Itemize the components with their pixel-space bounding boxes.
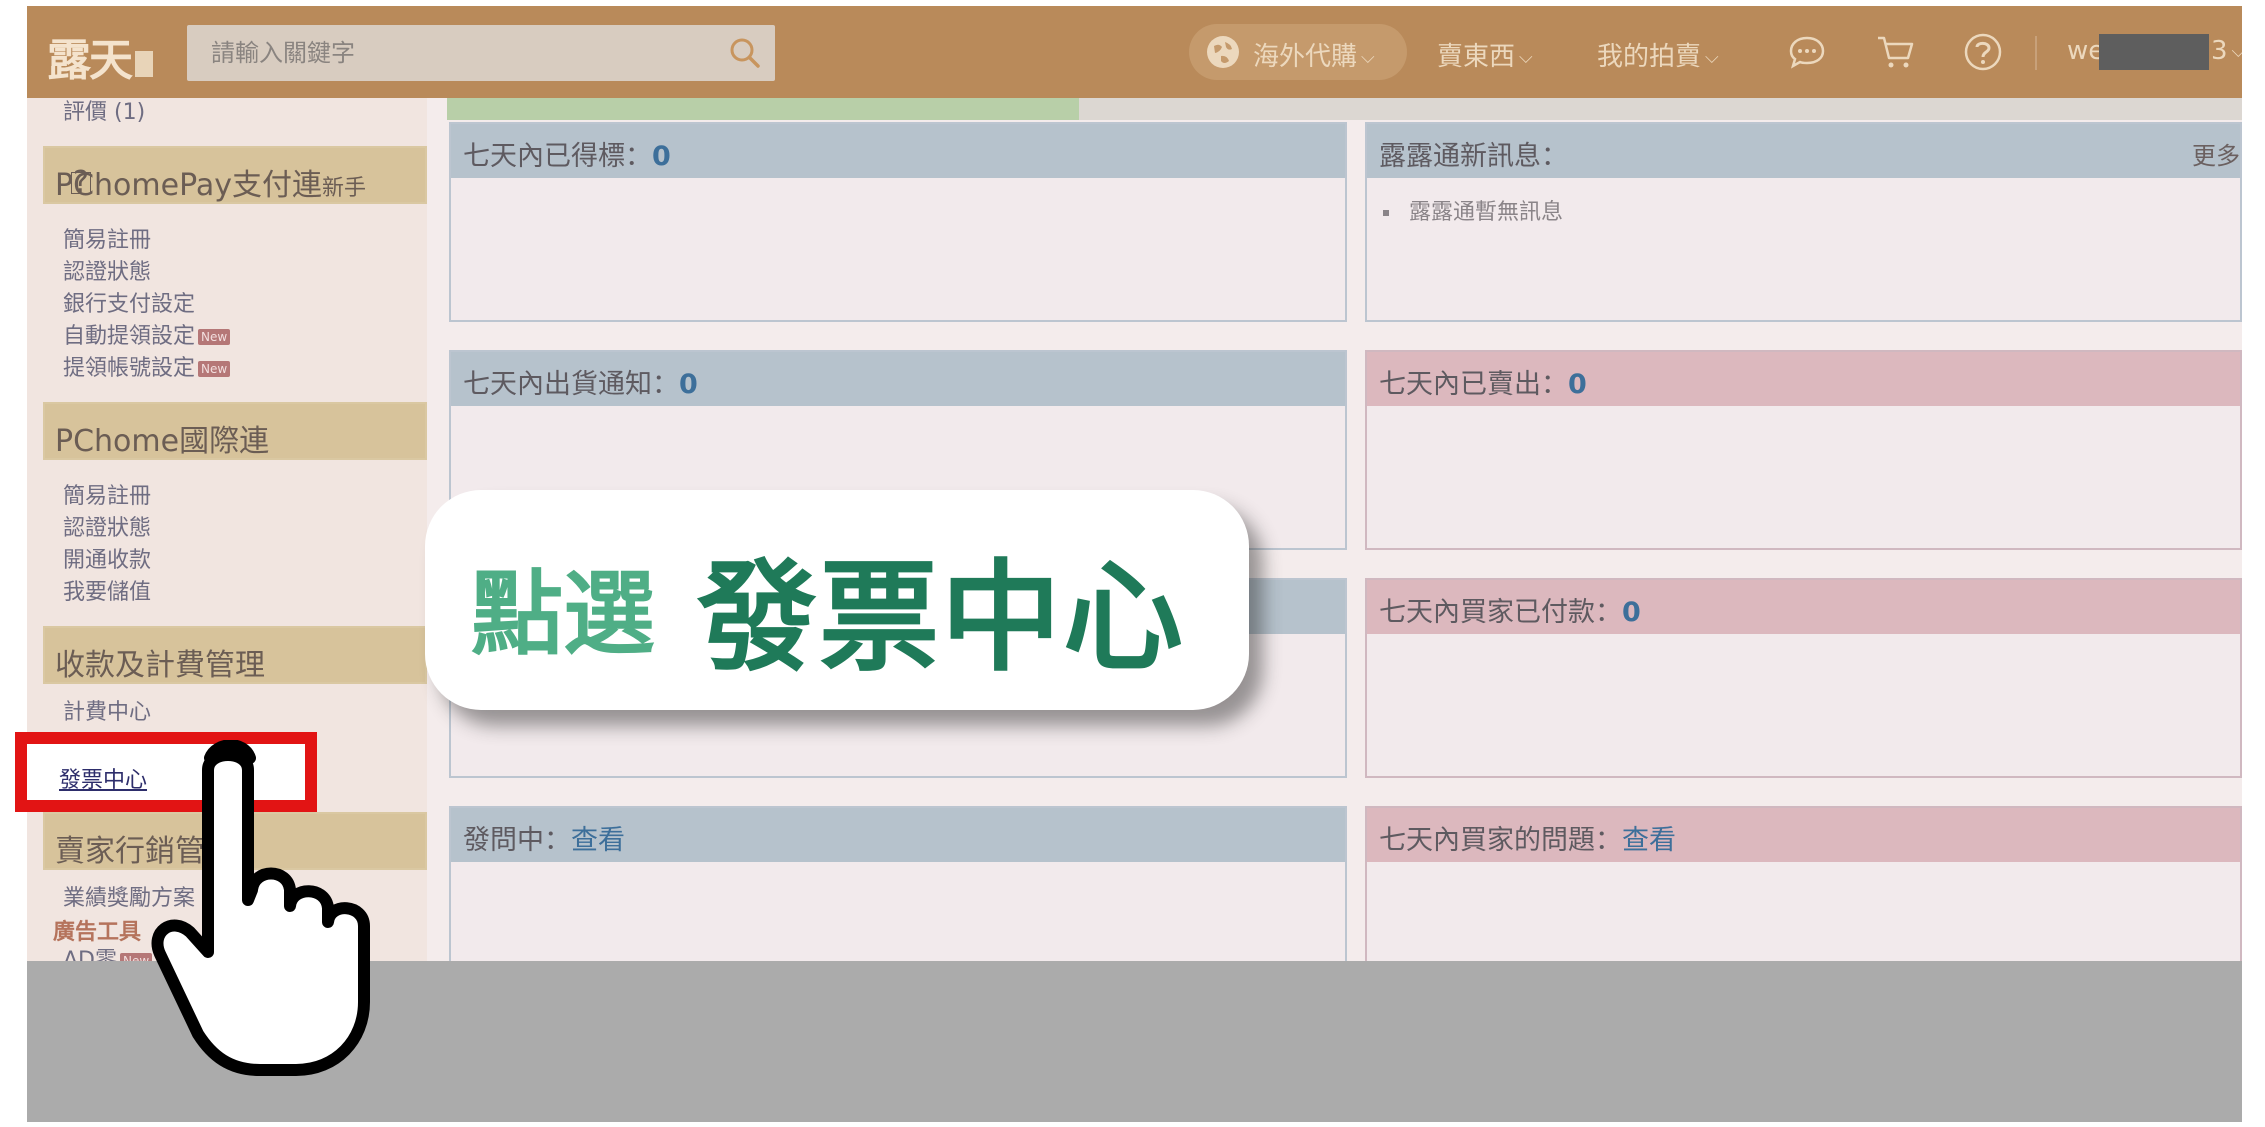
panel-sold-label: 七天內已賣出：: [1379, 369, 1568, 400]
section-pchome-intl-title: PChome國際連: [55, 424, 270, 459]
pchomepay-title-text: PChomePay支付連: [55, 168, 322, 203]
nav-my-auction[interactable]: 我的拍賣 ⌵: [1597, 36, 1719, 73]
topbar-divider: [2035, 36, 2037, 70]
panel-news: 露露通新訊息： 更多 露露通暫無訊息: [1365, 122, 2242, 322]
top-navigation-bar: 露天 海外代購⌵ 賣東西⌵ 我的拍賣⌵: [27, 6, 2242, 98]
chevron-down-icon: ⌵: [1519, 47, 1533, 68]
panel-sold-header: 七天內已賣出：0: [1367, 352, 2240, 406]
panel-sold-title: 七天內已賣出：0: [1379, 362, 1587, 401]
panel-won-label: 七天內已得標：: [463, 141, 652, 172]
cart-icon[interactable]: [1875, 32, 1915, 72]
logo-seal-icon: [135, 50, 153, 77]
nav-sell-label: 賣東西: [1437, 42, 1516, 72]
panel-news-title: 露露通新訊息：: [1379, 141, 1568, 172]
ruten-logo[interactable]: 露天: [47, 24, 153, 88]
sidebar-item-auto-withdraw[interactable]: 自動提領設定 New: [63, 318, 231, 350]
new-badge: New: [120, 953, 153, 961]
sidebar-item-invoice-center[interactable]: 發票中心: [59, 762, 147, 794]
nav-my-auction-label: 我的拍賣: [1597, 42, 1702, 72]
panel-questions: 七天內買家的問題：查看: [1365, 806, 2242, 961]
new-badge: New: [198, 361, 231, 377]
logo-text: 露天: [47, 35, 133, 86]
panel-sold: 七天內已賣出：0: [1365, 350, 2242, 550]
sidebar-item-register[interactable]: 簡易註冊: [63, 222, 151, 254]
search-icon[interactable]: [729, 37, 761, 69]
panel-news-header: 露露通新訊息： 更多: [1367, 124, 2240, 178]
pointing-hand-icon: [151, 740, 370, 1076]
panel-questions-view-link[interactable]: 查看: [1622, 825, 1676, 856]
nav-overseas[interactable]: 海外代購 ⌵: [1253, 36, 1375, 73]
panel-questions-header: 七天內買家的問題：查看: [1367, 808, 2240, 862]
user-name-suffix: 3: [2211, 36, 2228, 66]
bullet-icon: [1383, 210, 1389, 216]
sidebar-rating-link[interactable]: 評價 (1): [63, 94, 145, 126]
search-input[interactable]: [187, 25, 687, 81]
panel-won: 七天內已得標：0: [449, 122, 1347, 322]
panel-paid-label: 七天內買家已付款：: [1379, 597, 1622, 628]
new-badge: New: [198, 329, 231, 345]
newbie-link[interactable]: 新手: [322, 176, 366, 201]
section-pchomepay-title: PChomePay支付連? 新手: [55, 160, 366, 204]
nav-sell[interactable]: 賣東西 ⌵: [1437, 36, 1533, 73]
section-billing: 收款及計費管理: [43, 626, 427, 684]
panel-ask-title: 發問中：查看: [463, 818, 625, 857]
nav-overseas-label: 海外代購: [1253, 42, 1358, 72]
sidebar-item-bank-settings[interactable]: 銀行支付設定: [63, 286, 195, 318]
panel-paid-title: 七天內買家已付款：0: [1379, 590, 1641, 629]
sidebar-item-withdraw-account[interactable]: 提領帳號設定 New: [63, 350, 231, 382]
sidebar-item-enable-payment[interactable]: 開通收款: [63, 542, 151, 574]
promo-banner-right[interactable]: [1079, 98, 2242, 120]
sidebar-item-intl-verify[interactable]: 認證狀態: [63, 510, 151, 542]
withdraw-account-label: 提領帳號設定: [63, 356, 196, 381]
redacted-username: [2099, 34, 2209, 70]
search-box: [187, 25, 775, 81]
panel-ship-title: 七天內出貨通知：0: [463, 362, 698, 401]
panel-ask-header: 發問中：查看: [451, 808, 1345, 862]
globe-icon: [1207, 36, 1239, 68]
help-box-icon[interactable]: ?: [71, 168, 91, 198]
panel-ask: 發問中：查看: [449, 806, 1347, 961]
panel-ship-label: 七天內出貨通知：: [463, 369, 679, 400]
chevron-down-icon: ⌵: [1361, 47, 1375, 68]
user-menu-caret[interactable]: 3 ⌵: [2211, 36, 2242, 66]
ad-item-label: AD零: [63, 948, 117, 961]
panel-news-message-text: 露露通暫無訊息: [1409, 200, 1564, 225]
sidebar-item-billing-center[interactable]: 計費中心: [63, 694, 151, 726]
tutorial-callout: 點選 發票中心: [425, 490, 1249, 710]
chevron-down-icon: ⌵: [1705, 47, 1719, 68]
callout-target: 發票中心: [697, 549, 1185, 688]
panel-ask-label: 發問中：: [463, 825, 571, 856]
section-pchome-intl: PChome國際連: [43, 402, 427, 460]
panel-paid-count: 0: [1622, 597, 1641, 628]
sidebar-item-ad[interactable]: AD零 New: [63, 942, 153, 961]
chat-icon[interactable]: [1787, 32, 1827, 72]
panel-sold-count: 0: [1568, 369, 1587, 400]
auto-withdraw-label: 自動提領設定: [63, 324, 196, 349]
panel-won-header: 七天內已得標：0: [451, 124, 1345, 178]
section-billing-title: 收款及計費管理: [55, 648, 265, 683]
panel-ship-header: 七天內出貨通知：0: [451, 352, 1345, 406]
panel-questions-label: 七天內買家的問題：: [1379, 825, 1622, 856]
sidebar-item-verify[interactable]: 認證狀態: [63, 254, 151, 286]
panel-questions-title: 七天內買家的問題：查看: [1379, 818, 1676, 857]
panel-won-title: 七天內已得標：0: [463, 134, 671, 173]
callout-prefix: 點選: [471, 561, 656, 668]
panel-ask-view-link[interactable]: 查看: [571, 825, 625, 856]
panel-paid: 七天內買家已付款：0: [1365, 578, 2242, 778]
panel-ship-count: 0: [679, 369, 698, 400]
help-icon[interactable]: [1963, 32, 2003, 72]
panel-won-count: 0: [652, 141, 671, 172]
panel-news-message: 露露通暫無訊息: [1383, 194, 1563, 226]
sidebar-item-top-up[interactable]: 我要儲值: [63, 574, 151, 606]
section-pchomepay: PChomePay支付連? 新手: [43, 146, 427, 204]
panel-paid-header: 七天內買家已付款：0: [1367, 580, 2240, 634]
sidebar-item-intl-register[interactable]: 簡易註冊: [63, 478, 151, 510]
panel-news-more-link[interactable]: 更多: [2192, 136, 2240, 171]
chevron-down-icon: ⌵: [2231, 41, 2242, 62]
